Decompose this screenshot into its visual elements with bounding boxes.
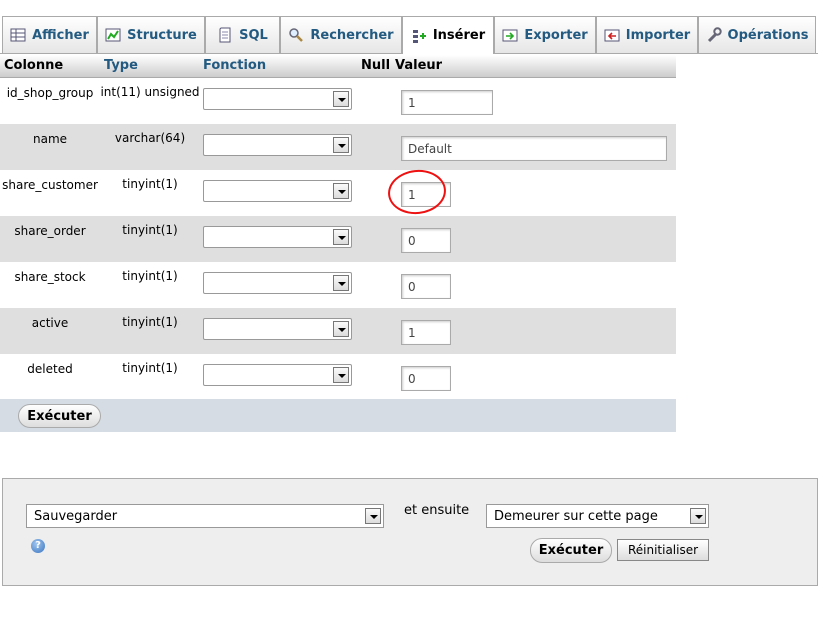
header-null: Null [361, 58, 391, 73]
tab-browse[interactable]: Afficher [2, 16, 97, 53]
table-row: active tinyint(1) 1 [0, 308, 676, 354]
tab-label: SQL [239, 27, 268, 43]
execute-bar: Exécuter [0, 399, 676, 432]
value-input[interactable]: 0 [401, 366, 451, 391]
chevron-down-icon [690, 508, 706, 524]
column-name: share_customer [2, 178, 98, 192]
and-then-label: et ensuite [404, 503, 470, 518]
sql-icon [217, 27, 233, 43]
column-type: tinyint(1) [122, 223, 178, 237]
import-icon [604, 27, 620, 43]
value-input[interactable]: 1 [401, 90, 493, 115]
value-input[interactable]: 0 [401, 274, 451, 299]
header-type[interactable]: Type [104, 58, 138, 73]
structure-icon [105, 27, 121, 43]
action-select[interactable]: Sauvegarder [26, 504, 384, 528]
browse-icon [10, 27, 26, 43]
help-icon[interactable]: ? [31, 539, 45, 553]
chevron-down-icon [333, 275, 349, 291]
tab-bar: Afficher Structure SQL Rechercher Insére… [0, 16, 818, 54]
tab-import[interactable]: Importer [596, 16, 698, 53]
function-select[interactable] [203, 180, 352, 202]
insert-icon [411, 28, 427, 44]
function-select[interactable] [203, 134, 352, 156]
after-insert-select[interactable]: Demeurer sur cette page [486, 504, 709, 528]
tab-structure[interactable]: Structure [97, 16, 205, 53]
header-value: Valeur [395, 58, 443, 73]
tab-search[interactable]: Rechercher [280, 16, 402, 53]
column-type: tinyint(1) [122, 361, 178, 375]
value-input[interactable]: Default [401, 136, 667, 161]
chevron-down-icon [333, 367, 349, 383]
table-row: share_customer tinyint(1) 1 [0, 170, 676, 216]
column-name: name [32, 132, 68, 146]
function-select[interactable] [203, 226, 352, 248]
value-input[interactable]: 0 [401, 228, 451, 253]
function-select[interactable] [203, 318, 352, 340]
function-select[interactable] [203, 364, 352, 386]
table-row: share_stock tinyint(1) 0 [0, 262, 676, 308]
column-name: deleted [27, 362, 73, 376]
column-name: share_stock [14, 270, 86, 284]
column-name: active [31, 316, 69, 330]
execute-button[interactable]: Exécuter [18, 404, 101, 428]
column-type: varchar(64) [114, 131, 186, 145]
chevron-down-icon [333, 321, 349, 337]
chevron-down-icon [333, 183, 349, 199]
reset-button[interactable]: Réinitialiser [617, 539, 709, 561]
column-type: tinyint(1) [122, 269, 178, 283]
header-function[interactable]: Fonction [203, 58, 266, 73]
tab-label: Importer [625, 27, 691, 43]
table-row: name varchar(64) Default [0, 124, 676, 170]
tab-label: Afficher [32, 27, 89, 43]
table-row: deleted tinyint(1) 0 [0, 354, 676, 400]
function-select[interactable] [203, 272, 352, 294]
tab-label: Exporter [524, 27, 588, 43]
value-input[interactable]: 1 [401, 320, 451, 345]
tab-label: Structure [127, 27, 197, 43]
table-header: Colonne Type Fonction Null Valeur [0, 55, 676, 78]
export-icon [502, 27, 518, 43]
tab-sql[interactable]: SQL [205, 16, 280, 53]
submit-panel [2, 478, 818, 586]
column-type: tinyint(1) [122, 315, 178, 329]
function-select[interactable] [203, 88, 352, 110]
column-type: tinyint(1) [122, 177, 178, 191]
tab-export[interactable]: Exporter [494, 16, 596, 53]
tab-label: Rechercher [310, 27, 394, 43]
tab-operations[interactable]: Opérations [698, 16, 816, 53]
chevron-down-icon [333, 91, 349, 107]
chevron-down-icon [365, 508, 381, 524]
column-name: share_order [14, 224, 86, 238]
column-type: int(11) unsigned [100, 85, 200, 99]
header-column: Colonne [4, 58, 64, 73]
tab-label: Opérations [727, 27, 809, 43]
column-name: id_shop_group [6, 86, 94, 100]
table-row: share_order tinyint(1) 0 [0, 216, 676, 262]
chevron-down-icon [333, 229, 349, 245]
table-row: id_shop_group int(11) unsigned 1 [0, 78, 676, 124]
chevron-down-icon [333, 137, 349, 153]
footer-execute-button[interactable]: Exécuter [530, 538, 612, 563]
wrench-icon [706, 27, 722, 43]
tab-insert[interactable]: Insérer [402, 16, 494, 54]
search-icon [288, 27, 304, 43]
tab-label: Insérer [432, 28, 486, 43]
